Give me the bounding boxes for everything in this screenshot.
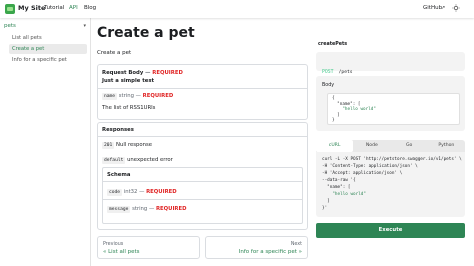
tab-go[interactable]: Go xyxy=(391,140,428,152)
site-logo-icon[interactable] xyxy=(5,4,15,14)
curl-code-block: curl -L -X POST 'http://petstore.swagger… xyxy=(316,152,465,217)
request-body-desc: Just a simple test xyxy=(102,78,155,84)
site-brand[interactable]: My Site xyxy=(18,4,45,12)
response-201-code: 201 xyxy=(102,142,115,149)
pager-previous-label: Previous xyxy=(103,242,124,247)
json-line: "name": [ xyxy=(332,101,361,107)
response-201-text: Null response xyxy=(116,142,153,148)
responses-heading: Responses xyxy=(102,127,134,133)
field-type: string xyxy=(118,93,134,99)
schema-field-code: code int32 — REQUIRED xyxy=(107,189,177,196)
tab-python[interactable]: Python xyxy=(428,140,465,152)
execute-button[interactable]: Execute xyxy=(316,223,465,238)
request-body-required: REQUIRED xyxy=(152,70,183,76)
request-body-box: Request Body — REQUIRED Just a simple te… xyxy=(97,64,308,120)
json-line: { xyxy=(332,96,335,101)
response-default-row[interactable]: default unexpected error xyxy=(102,157,173,164)
operation-description: Create a pet xyxy=(97,50,132,56)
response-default-text: unexpected error xyxy=(127,157,173,163)
divider xyxy=(98,88,307,89)
body-json-editor[interactable]: { "name": [ "hello world" ] } xyxy=(327,93,460,125)
sidebar-category-pets[interactable]: pets ▾ xyxy=(4,23,88,32)
responses-box: Responses 201 Null response default unex… xyxy=(97,122,308,230)
http-method: POST xyxy=(322,70,334,75)
navbar: My Site Tutorial API Blog GitHub ↗ xyxy=(0,0,474,18)
field-dash: — xyxy=(135,93,141,99)
request-body-heading: Request Body — REQUIRED xyxy=(102,70,183,76)
external-link-icon: ↗ xyxy=(441,5,446,11)
operation-id: createPets xyxy=(318,42,348,47)
pager-next-name: Info for a specific pet » xyxy=(238,249,302,255)
curl-line: "hello world" xyxy=(322,192,366,197)
schema-heading: Schema xyxy=(107,172,131,178)
theme-toggle-icon[interactable] xyxy=(452,4,460,12)
curl-line: ] xyxy=(322,199,330,204)
body-label: Body xyxy=(322,83,335,88)
json-line: } xyxy=(332,118,335,123)
nav-link-blog[interactable]: Blog xyxy=(84,5,96,11)
schema-code-type: int32 xyxy=(123,189,138,195)
field-name: name xyxy=(102,93,118,100)
curl-line: -H 'Accept: application/json' \ xyxy=(322,171,403,176)
sidebar: pets ▾ List all pets Create a pet Info f… xyxy=(0,18,91,266)
pager-previous-name: « List all pets xyxy=(103,249,140,255)
field-name-row: name string — REQUIRED xyxy=(102,93,174,100)
code-language-tabs: cURL Node Go Python xyxy=(316,140,465,152)
schema-code-required: REQUIRED xyxy=(146,189,177,195)
sidebar-item-info-specific-pet[interactable]: Info for a specific pet xyxy=(9,55,87,65)
divider xyxy=(98,136,307,137)
sidebar-item-create-a-pet[interactable]: Create a pet xyxy=(9,44,87,54)
github-link[interactable]: GitHub xyxy=(423,5,442,11)
schema-message-required: REQUIRED xyxy=(155,206,187,212)
endpoint-path: /pets xyxy=(338,70,353,75)
tab-node[interactable]: Node xyxy=(353,140,390,152)
schema-field-message: message string — REQUIRED xyxy=(107,206,187,213)
divider xyxy=(103,199,302,200)
sidebar-item-list-all-pets[interactable]: List all pets xyxy=(9,33,87,43)
pager-next[interactable]: Next Info for a specific pet » xyxy=(205,236,308,259)
sidebar-category-label: pets xyxy=(4,23,16,29)
curl-line: }' xyxy=(322,206,328,211)
schema-code-dash: — xyxy=(139,189,145,195)
request-body-label: Request Body xyxy=(102,70,144,76)
pager-previous[interactable]: Previous « List all pets xyxy=(97,236,200,259)
field-description: The list of RSS1URIs xyxy=(102,105,156,111)
endpoint-card: POST /pets xyxy=(316,52,465,75)
response-201-row[interactable]: 201 Null response xyxy=(102,142,153,149)
tab-curl[interactable]: cURL xyxy=(316,140,354,152)
curl-line: curl -L -X POST 'http://petstore.swagger… xyxy=(322,157,462,162)
endpoint-line: POST /pets xyxy=(322,58,353,77)
nav-link-api[interactable]: API xyxy=(69,5,78,11)
pager-next-label: Next xyxy=(290,242,302,247)
schema-box: Schema code int32 — REQUIRED message str… xyxy=(102,167,303,224)
response-default-code: default xyxy=(102,157,126,164)
nav-link-tutorial[interactable]: Tutorial xyxy=(44,5,64,11)
schema-message-type: string xyxy=(132,206,148,212)
json-line: "hello world" xyxy=(332,107,376,112)
schema-code-name: code xyxy=(107,189,123,196)
divider xyxy=(103,181,302,182)
field-required: REQUIRED xyxy=(142,93,174,99)
chevron-down-icon: ▾ xyxy=(83,23,86,29)
request-body-dash: — xyxy=(145,70,151,76)
schema-message-dash: — xyxy=(148,206,155,212)
page-title: Create a pet xyxy=(97,25,195,41)
curl-line: -H 'Content-Type: application/json' \ xyxy=(322,164,418,169)
curl-line: "name": [ xyxy=(322,185,351,190)
json-line: ] xyxy=(332,112,340,118)
schema-message-name: message xyxy=(107,206,131,213)
curl-line: --data-raw '{ xyxy=(322,178,356,183)
